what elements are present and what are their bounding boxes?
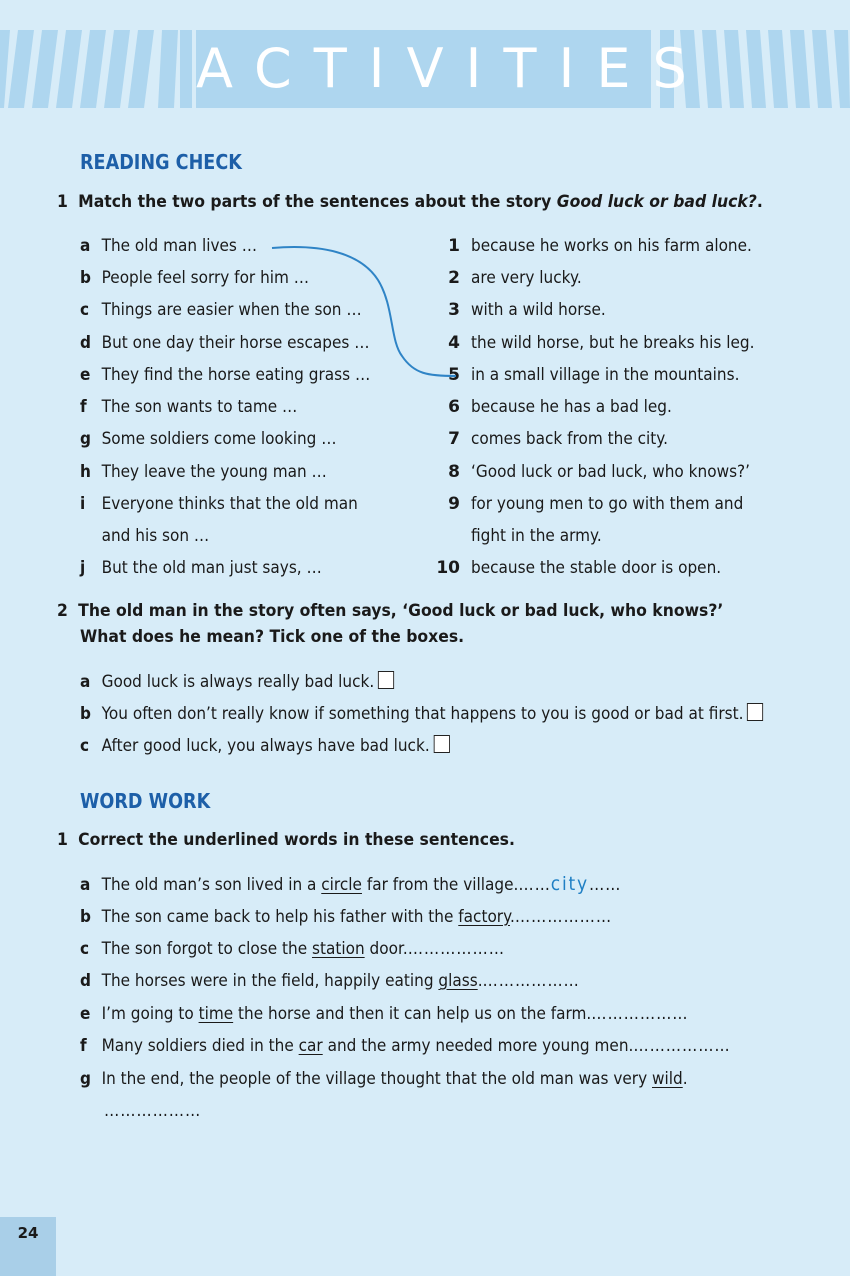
match-left-item: d But one day their horse escapes … — [80, 333, 370, 353]
match-right-number: 3 — [448, 300, 460, 320]
question-1-prompt: 1 Match the two parts of the sentences ab… — [57, 192, 763, 212]
match-right-text: because the stable door is open. — [471, 558, 722, 578]
underlined-word: wild — [652, 1069, 683, 1089]
section-heading-reading-check: READING CHECK — [80, 150, 242, 174]
match-left-item: j But the old man just says, … — [80, 558, 322, 578]
match-right-text: with a wild horse. — [471, 300, 606, 320]
answer-blank[interactable]: ……city…… — [518, 873, 621, 895]
match-right-number: 10 — [436, 558, 460, 578]
match-left-item: b People feel sorry for him … — [80, 268, 310, 288]
match-right-number: 6 — [448, 397, 460, 417]
answer-blank[interactable]: ……………… — [104, 1099, 201, 1123]
match-right-number — [430, 524, 460, 548]
match-right-text: because he has a bad leg. — [471, 397, 672, 417]
match-right-number: 9 — [448, 494, 460, 514]
match-left-item: i Everyone thinks that the old man — [80, 494, 358, 514]
match-right-text: the wild horse, but he breaks his leg. — [471, 333, 755, 353]
match-right-number: 8 — [448, 462, 460, 482]
match-left-item: h They leave the young man … — [80, 462, 327, 482]
correction-item: f Many soldiers died in the car and the a… — [80, 1036, 731, 1056]
underlined-word: circle — [321, 875, 362, 895]
underlined-word: factory — [458, 907, 510, 927]
answer-blank[interactable]: ……………… — [591, 1004, 688, 1024]
match-right-text: ‘Good luck or bad luck, who knows?’ — [471, 462, 751, 482]
match-left-item: c Things are easier when the son … — [80, 300, 362, 320]
page-title: ACTIVITIES — [196, 30, 687, 108]
underlined-word: glass — [438, 971, 478, 991]
match-left-item: f The son wants to tame … — [80, 397, 298, 417]
correction-item: b The son came back to help his father wi… — [80, 907, 613, 927]
match-left-item: a The old man lives … — [80, 236, 258, 256]
page-number: 24 — [0, 1217, 56, 1276]
match-right-number: 4 — [448, 333, 460, 353]
answer-blank[interactable]: ……………… — [633, 1036, 730, 1056]
tick-box[interactable] — [433, 735, 450, 753]
answer-blank[interactable]: ……………… — [408, 939, 505, 959]
question-number: 1 — [57, 192, 68, 212]
match-left-item-continued: and his son … — [101, 526, 210, 546]
word-work-question-1-prompt: 1 Correct the underlined words in these s… — [57, 830, 515, 850]
correction-item: e I’m going to time the horse and then it… — [80, 1004, 689, 1024]
correction-item: d The horses were in the field, happily e… — [80, 971, 580, 991]
tick-option: c After good luck, you always have bad lu… — [80, 734, 450, 758]
tick-box[interactable] — [747, 703, 764, 721]
correction-item: a The old man’s son lived in a circle far… — [80, 873, 622, 895]
answer-blank[interactable]: ……………… — [515, 907, 612, 927]
underlined-word: station — [311, 939, 365, 959]
question-number: 1 — [57, 830, 68, 850]
story-title: Good luck or bad luck? — [556, 192, 757, 212]
match-left-item: e They find the horse eating grass … — [80, 365, 371, 385]
match-right-text: comes back from the city. — [471, 429, 668, 449]
question-2-prompt: 2 The old man in the story often says, ‘G… — [57, 601, 724, 621]
correction-item: c The son forgot to close the station doo… — [80, 939, 505, 959]
section-heading-word-work: WORD WORK — [80, 789, 211, 813]
match-right-text: for young men to go with them and — [471, 494, 744, 514]
match-right-number: 7 — [448, 429, 460, 449]
underlined-word: time — [198, 1004, 234, 1024]
underlined-word: car — [298, 1036, 323, 1056]
answer-blank[interactable]: ……………… — [483, 971, 580, 991]
match-right-text-continued: fight in the army. — [471, 526, 602, 546]
match-right-number: 1 — [448, 236, 460, 256]
match-right-text: in a small village in the mountains. — [471, 365, 740, 385]
tick-option: b You often don’t really know if somethin… — [80, 702, 764, 726]
match-right-text: are very lucky. — [471, 268, 582, 288]
match-right-number: 2 — [448, 268, 460, 288]
tick-box[interactable] — [377, 671, 395, 689]
tick-option: a Good luck is always really bad luck. — [80, 670, 395, 694]
handwritten-answer: city — [550, 873, 589, 895]
correction-item: g In the end, the people of the village t… — [80, 1069, 688, 1089]
question-number: 2 — [57, 601, 68, 621]
match-right-text: because he works on his farm alone. — [471, 236, 752, 256]
match-left-item: g Some soldiers come looking … — [80, 429, 337, 449]
match-right-number: 5 — [448, 365, 460, 385]
question-2-instruction: What does he mean? Tick one of the boxes… — [80, 627, 465, 647]
